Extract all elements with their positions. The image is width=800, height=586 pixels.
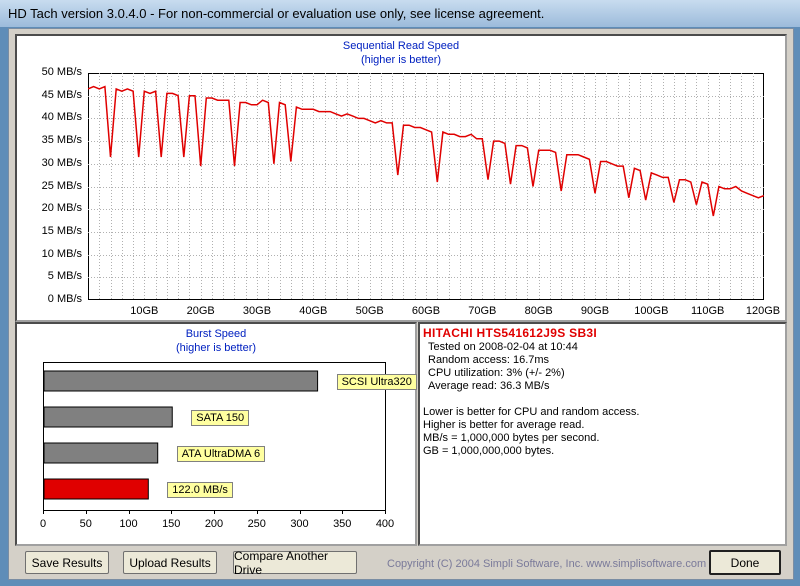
- sequential-read-chart: [88, 73, 764, 300]
- burst-x-tick-label: 0: [39, 518, 47, 530]
- note-line: Lower is better for CPU and random acces…: [423, 406, 640, 418]
- burst-bar: [43, 478, 149, 500]
- burst-bar-label: 122.0 MB/s: [167, 482, 233, 498]
- x-tick-label: 20GB: [186, 305, 215, 317]
- y-tick-label: 20 MB/s: [41, 202, 82, 215]
- y-tick-label: 40 MB/s: [41, 111, 82, 124]
- y-tick-label: 10 MB/s: [41, 247, 82, 260]
- burst-bar-label: SCSI Ultra320: [336, 374, 417, 390]
- x-tick-label: 60GB: [411, 305, 441, 317]
- y-tick-label: 50 MB/s: [41, 66, 82, 78]
- burst-x-tick-label: 100: [119, 518, 138, 530]
- y-tick-label: 30 MB/s: [41, 156, 82, 169]
- note-line: MB/s = 1,000,000 bytes per second.: [423, 432, 600, 444]
- y-tick-label: 5 MB/s: [47, 270, 82, 283]
- average-read: Average read: 36.3 MB/s: [428, 380, 550, 392]
- y-tick-label: 45 MB/s: [41, 88, 82, 101]
- window-title: HD Tach version 3.0.4.0 - For non-commer…: [8, 6, 545, 21]
- sequential-read-panel: Sequential Read Speed (higher is better)…: [15, 34, 787, 322]
- burst-bar: [43, 406, 173, 428]
- sequential-chart-title: Sequential Read Speed: [342, 40, 460, 52]
- burst-bar-label: ATA UltraDMA 6: [176, 446, 266, 462]
- burst-x-tick-label: 350: [333, 518, 352, 530]
- x-tick-label: 100GB: [634, 305, 669, 317]
- y-tick-label: 25 MB/s: [41, 179, 82, 192]
- x-tick-label: 80GB: [524, 305, 553, 317]
- y-tick-label: 15 MB/s: [41, 224, 82, 237]
- x-tick-label: 90GB: [580, 305, 610, 317]
- y-tick-label: 35 MB/s: [41, 134, 82, 147]
- burst-speed-chart: [43, 362, 386, 514]
- burst-x-tick-label: 150: [162, 518, 181, 530]
- x-tick-label: 40GB: [299, 305, 328, 317]
- test-date: Tested on 2008-02-04 at 10:44: [428, 341, 578, 353]
- test-results: Tested on 2008-02-04 at 10:44 Random acc…: [428, 341, 578, 393]
- title-bar[interactable]: HD Tach version 3.0.4.0 - For non-commer…: [0, 0, 800, 27]
- note-line: GB = 1,000,000,000 bytes.: [423, 445, 555, 457]
- burst-bar: [43, 370, 319, 392]
- burst-x-tick-label: 200: [204, 518, 224, 530]
- upload-results-button[interactable]: Upload Results: [123, 551, 217, 574]
- x-tick-label: 70GB: [468, 305, 497, 317]
- drive-info-panel: HITACHI HTS541612J9S SB3I Tested on 2008…: [418, 322, 787, 546]
- x-tick-label: 50GB: [355, 305, 384, 317]
- compare-drive-button[interactable]: Compare Another Drive: [233, 549, 357, 577]
- copyright-text: Copyright (C) 2004 Simpli Software, Inc.…: [387, 558, 707, 570]
- random-access: Random access: 16.7ms: [428, 354, 550, 366]
- burst-bar-label: SATA 150: [191, 410, 250, 426]
- x-tick-label: 110GB: [690, 305, 725, 317]
- x-tick-label: 10GB: [130, 305, 159, 317]
- client-area: Sequential Read Speed (higher is better)…: [8, 28, 794, 580]
- x-tick-label: 120GB: [745, 305, 781, 317]
- notes: Lower is better for CPU and random acces…: [423, 406, 639, 458]
- burst-x-tick-label: 250: [247, 518, 266, 530]
- burst-bar: [43, 442, 159, 464]
- sequential-chart-subtitle: (higher is better): [360, 54, 442, 66]
- burst-speed-panel: Burst Speed (higher is better) SCSI Ultr…: [15, 322, 417, 546]
- done-button[interactable]: Done: [709, 550, 781, 575]
- note-line: Higher is better for average read.: [423, 419, 585, 431]
- x-tick-label: 30GB: [242, 305, 272, 317]
- burst-x-tick-label: 50: [79, 518, 92, 530]
- burst-x-tick-label: 300: [290, 518, 309, 530]
- save-results-button[interactable]: Save Results: [25, 551, 109, 574]
- cpu-utilization: CPU utilization: 3% (+/- 2%): [428, 367, 565, 379]
- burst-x-tick-label: 400: [375, 518, 395, 530]
- app-window: HD Tach version 3.0.4.0 - For non-commer…: [0, 0, 800, 586]
- y-tick-label: 0 MB/s: [47, 293, 82, 305]
- drive-name: HITACHI HTS541612J9S SB3I: [423, 326, 598, 340]
